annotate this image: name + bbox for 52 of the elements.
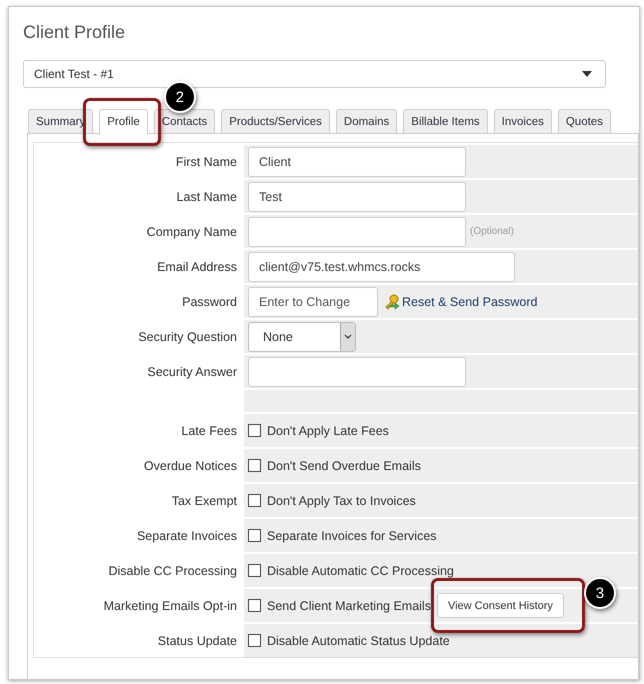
input-field[interactable]: Client bbox=[248, 146, 466, 176]
chevron-icon bbox=[344, 334, 352, 339]
page-title: Client Profile bbox=[23, 22, 126, 43]
checkbox-label: Don't Apply Late Fees bbox=[267, 424, 389, 438]
checkbox-label: Disable Automatic CC Processing bbox=[267, 564, 454, 578]
optional-hint: (Optional) bbox=[470, 226, 514, 237]
input-field[interactable]: Test bbox=[248, 182, 466, 212]
field-label: Company Name bbox=[146, 224, 237, 238]
tab[interactable]: Summary bbox=[28, 109, 94, 133]
tab[interactable]: Products/Services bbox=[221, 109, 330, 133]
tab[interactable]: Invoices bbox=[494, 109, 552, 133]
field-label: Late Fees bbox=[181, 424, 237, 438]
callout-marker: 2 bbox=[164, 81, 196, 113]
checkbox[interactable] bbox=[248, 529, 261, 542]
field-label: Password bbox=[182, 294, 237, 308]
key-icon bbox=[384, 294, 400, 310]
caret-icon bbox=[582, 71, 592, 77]
field-label: Status Update bbox=[158, 634, 237, 648]
field-label: Security Answer bbox=[147, 364, 237, 378]
input-field[interactable] bbox=[248, 356, 466, 386]
field-label: Security Question bbox=[138, 330, 237, 344]
checkbox-label: Don't Send Overdue Emails bbox=[267, 458, 421, 472]
field-label: Disable CC Processing bbox=[108, 564, 237, 578]
tab[interactable]: Contacts bbox=[154, 109, 216, 133]
field-label: Email Address bbox=[157, 260, 237, 274]
client-select[interactable]: Client Test - #1 bbox=[23, 60, 606, 88]
tab[interactable]: Domains bbox=[336, 109, 398, 133]
checkbox[interactable] bbox=[248, 494, 261, 507]
field-label: First Name bbox=[176, 154, 237, 168]
tab[interactable]: Billable Items bbox=[403, 109, 488, 133]
field-label: Separate Invoices bbox=[136, 528, 237, 542]
checkbox-label: Disable Automatic Status Update bbox=[267, 634, 450, 648]
checkbox-label: Separate Invoices for Services bbox=[267, 528, 437, 542]
field-label: Overdue Notices bbox=[144, 458, 237, 472]
checkbox[interactable] bbox=[248, 424, 261, 437]
security-question-select[interactable]: None bbox=[248, 322, 356, 352]
input-field[interactable] bbox=[248, 216, 466, 246]
input-field[interactable]: client@v75.test.whmcs.rocks bbox=[248, 252, 515, 282]
checkbox[interactable] bbox=[248, 599, 261, 612]
view-consent-history-button[interactable]: View Consent History bbox=[436, 593, 564, 618]
checkbox-label: Don't Apply Tax to Invoices bbox=[267, 494, 416, 508]
field-label: Last Name bbox=[176, 190, 237, 204]
tab[interactable]: Profile bbox=[99, 109, 148, 134]
checkbox[interactable] bbox=[248, 459, 261, 472]
checkbox[interactable] bbox=[248, 564, 261, 577]
checkbox-label: Send Client Marketing Emails bbox=[267, 598, 431, 612]
reset-password-link[interactable]: Reset & Send Password bbox=[402, 294, 538, 308]
field-label: Marketing Emails Opt-in bbox=[104, 598, 237, 612]
field-label: Tax Exempt bbox=[172, 494, 237, 508]
tab[interactable]: Quotes bbox=[558, 109, 611, 133]
checkbox[interactable] bbox=[248, 634, 261, 647]
password-field[interactable]: Enter to Change bbox=[248, 286, 378, 316]
